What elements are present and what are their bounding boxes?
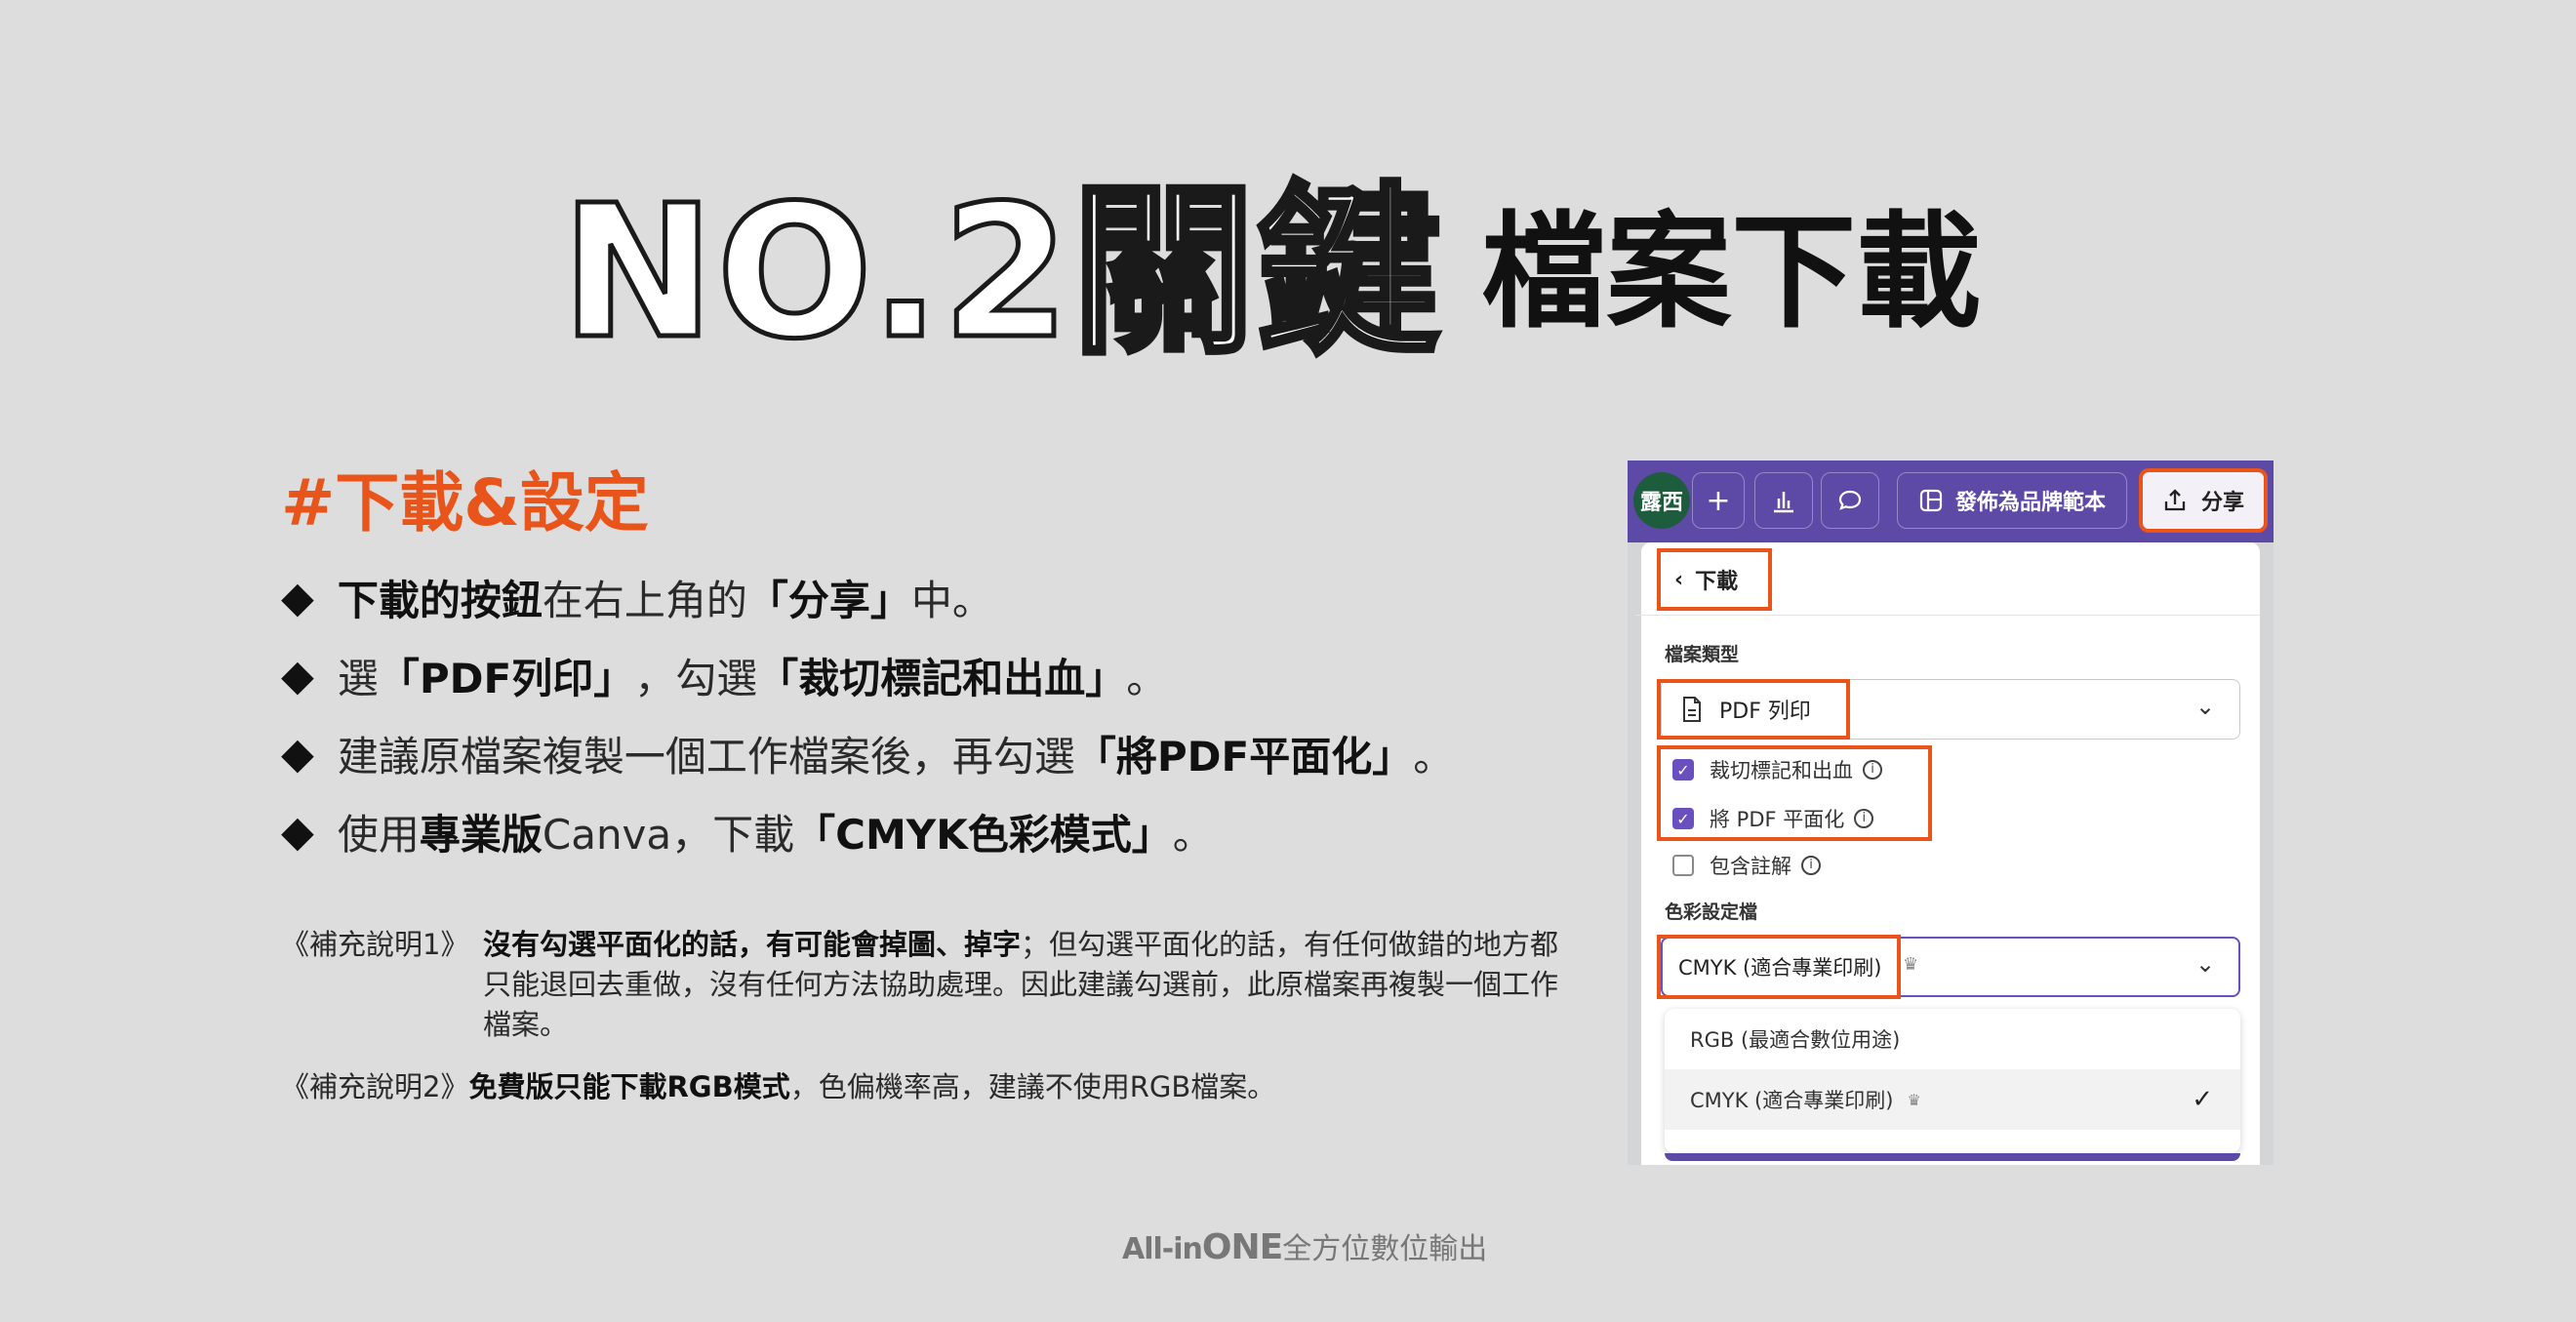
bullet-text: 。	[1172, 810, 1214, 859]
color-profile-label: 色彩設定檔	[1665, 901, 1758, 923]
title-solid-text: 檔案下載	[1481, 200, 1982, 345]
bullet-text: 「裁切標記和出血」	[757, 654, 1127, 702]
publish-template-label: 發佈為品牌範本	[1954, 491, 2106, 515]
bullet-item-1: ◆ 下載的按鈕 在右上角的 「分享」 中。	[281, 558, 1454, 636]
back-label: 下載	[1695, 570, 1739, 594]
bullet-text: 選	[337, 654, 379, 702]
supplement-note-1: 《補充說明1》 沒有勾選平面化的話，有可能會掉圖、掉字；但勾選平面化的話，有任何…	[281, 925, 1584, 1045]
bullet-item-4: ◆ 使用 專業版 Canva，下載 「CMYK色彩模式」 。	[281, 792, 1454, 870]
brand-suffix: 全方位數位輸出	[1282, 1232, 1488, 1266]
chevron-left-icon: ‹	[1674, 567, 1684, 592]
diamond-bullet-icon: ◆	[281, 650, 314, 701]
crown-icon: ♛	[1907, 1090, 1921, 1109]
file-type-label: 檔案類型	[1665, 644, 1740, 665]
bullet-text: 下載的按鈕	[337, 576, 543, 624]
bullet-text: 建議原檔案複製一個工作檔案後，再勾選	[337, 732, 1075, 781]
dropdown-accent-bar	[1665, 1153, 2240, 1161]
brand-one: ONE	[1201, 1227, 1283, 1267]
option-label: RGB (最適合數位用途)	[1690, 1028, 1901, 1052]
brand-logo: All-inONE	[1122, 1227, 1283, 1267]
info-icon[interactable]: i	[1801, 856, 1821, 875]
info-icon[interactable]: i	[1854, 809, 1874, 828]
chevron-down-icon: ⌄	[2195, 950, 2216, 978]
info-icon[interactable]: i	[1863, 760, 1882, 780]
bullet-text: 專業版	[419, 810, 543, 859]
note-label: 《補充說明1》	[281, 928, 469, 961]
bullet-text: 「CMYK色彩模式」	[794, 810, 1173, 859]
brand-prefix: All-in	[1122, 1232, 1203, 1266]
share-label: 分享	[2200, 491, 2244, 515]
diamond-bullet-icon: ◆	[281, 728, 314, 779]
add-button[interactable]: +	[1692, 472, 1745, 529]
bullet-text: 「將PDF平面化」	[1074, 732, 1414, 781]
bullet-text: 。	[1126, 654, 1168, 702]
note-bold-text: 沒有勾選平面化的話，有可能會掉圖、掉字	[483, 928, 1022, 961]
bullet-list: ◆ 下載的按鈕 在右上角的 「分享」 中。 ◆ 選 「PDF列印」 ，勾選 「裁…	[281, 558, 1454, 870]
bullet-text: 在右上角的	[542, 576, 747, 624]
avatar[interactable]: 露西	[1633, 472, 1690, 529]
back-button[interactable]: ‹ 下載	[1657, 548, 1772, 611]
bullet-text: 使用	[337, 810, 420, 859]
bullet-text: 「PDF列印」	[378, 654, 635, 702]
file-type-value[interactable]: PDF 列印	[1657, 679, 1850, 740]
color-profile-text: CMYK (適合專業印刷)	[1678, 956, 1882, 980]
bullet-text: 「分享」	[746, 576, 911, 624]
bar-chart-icon	[1774, 492, 1793, 513]
bullet-item-3: ◆ 建議原檔案複製一個工作檔案後，再勾選 「將PDF平面化」 。	[281, 714, 1454, 792]
checkbox-checked-icon[interactable]: ✓	[1672, 759, 1694, 781]
section-hashtag: #下載&設定	[281, 465, 649, 541]
canva-download-screenshot: 露西 + 發佈為品牌範本 分享 ‹ 下載 檔案類型 PDF 列印 ⌄ ✓ 裁切標…	[1628, 461, 2274, 1165]
template-icon	[1919, 489, 1943, 512]
option-cmyk[interactable]: CMYK (適合專業印刷) ♛ ✓	[1665, 1069, 2240, 1130]
bullet-item-2: ◆ 選 「PDF列印」 ，勾選 「裁切標記和出血」 。	[281, 636, 1454, 714]
checkbox-label: 包含註解	[1710, 855, 1791, 878]
crown-icon: ♛	[1903, 954, 1919, 975]
supplement-note-2: 《補充說明2》免費版只能下載RGB模式，色偏機率高，建議不使用RGB檔案。	[281, 1067, 1275, 1107]
document-icon	[1683, 697, 1701, 722]
insights-button[interactable]	[1754, 472, 1813, 529]
bullet-text: ，勾選	[634, 654, 758, 702]
title-outline-text: NO.2關鍵	[558, 166, 1443, 380]
checkbox-label: 將 PDF 平面化	[1710, 808, 1845, 831]
publish-template-button[interactable]: 發佈為品牌範本	[1897, 472, 2127, 529]
checkbox-checked-icon[interactable]: ✓	[1672, 808, 1694, 829]
option-rgb[interactable]: RGB (最適合數位用途)	[1665, 1009, 2240, 1069]
checkbox-unchecked-icon[interactable]	[1672, 855, 1694, 876]
checkbox-crop-marks[interactable]: ✓ 裁切標記和出血 i	[1672, 749, 1882, 790]
bullet-text: Canva，下載	[542, 810, 795, 859]
checkmark-icon: ✓	[2192, 1085, 2213, 1114]
plus-icon: +	[1706, 483, 1731, 518]
page-title: NO.2關鍵 檔案下載	[558, 166, 1982, 380]
share-button[interactable]: 分享	[2139, 468, 2268, 533]
diamond-bullet-icon: ◆	[281, 572, 314, 622]
note-bold-text: 免費版只能下載RGB模式	[468, 1070, 790, 1103]
comment-icon	[1838, 490, 1862, 510]
note-body: 沒有勾選平面化的話，有可能會掉圖、掉字；但勾選平面化的話，有任何做錯的地方都只能…	[483, 925, 1584, 1045]
checkbox-label: 裁切標記和出血	[1710, 759, 1853, 782]
note-label: 《補充說明2》	[281, 1070, 469, 1103]
file-type-text: PDF 列印	[1719, 700, 1811, 724]
bullet-text: 中。	[910, 576, 993, 624]
comment-button[interactable]	[1821, 472, 1879, 529]
diamond-bullet-icon: ◆	[281, 806, 314, 857]
bullet-text: 。	[1413, 732, 1455, 781]
footer-brand: All-inONE 全方位數位輸出	[1122, 1224, 1487, 1267]
canva-top-bar: 露西 + 發佈為品牌範本 分享	[1628, 461, 2274, 542]
upload-share-icon	[2164, 489, 2186, 511]
checkbox-flatten-pdf[interactable]: ✓ 將 PDF 平面化 i	[1672, 798, 1874, 839]
note-text: ，色偏機率高，建議不使用RGB檔案。	[789, 1070, 1276, 1103]
checkbox-include-notes[interactable]: 包含註解 i	[1672, 845, 1821, 886]
chevron-down-icon: ⌄	[2195, 693, 2216, 720]
option-label: CMYK (適合專業印刷)	[1690, 1089, 1894, 1112]
color-profile-value[interactable]: CMYK (適合專業印刷)	[1657, 935, 1901, 999]
color-profile-dropdown: RGB (最適合數位用途) CMYK (適合專業印刷) ♛ ✓	[1665, 1009, 2240, 1153]
